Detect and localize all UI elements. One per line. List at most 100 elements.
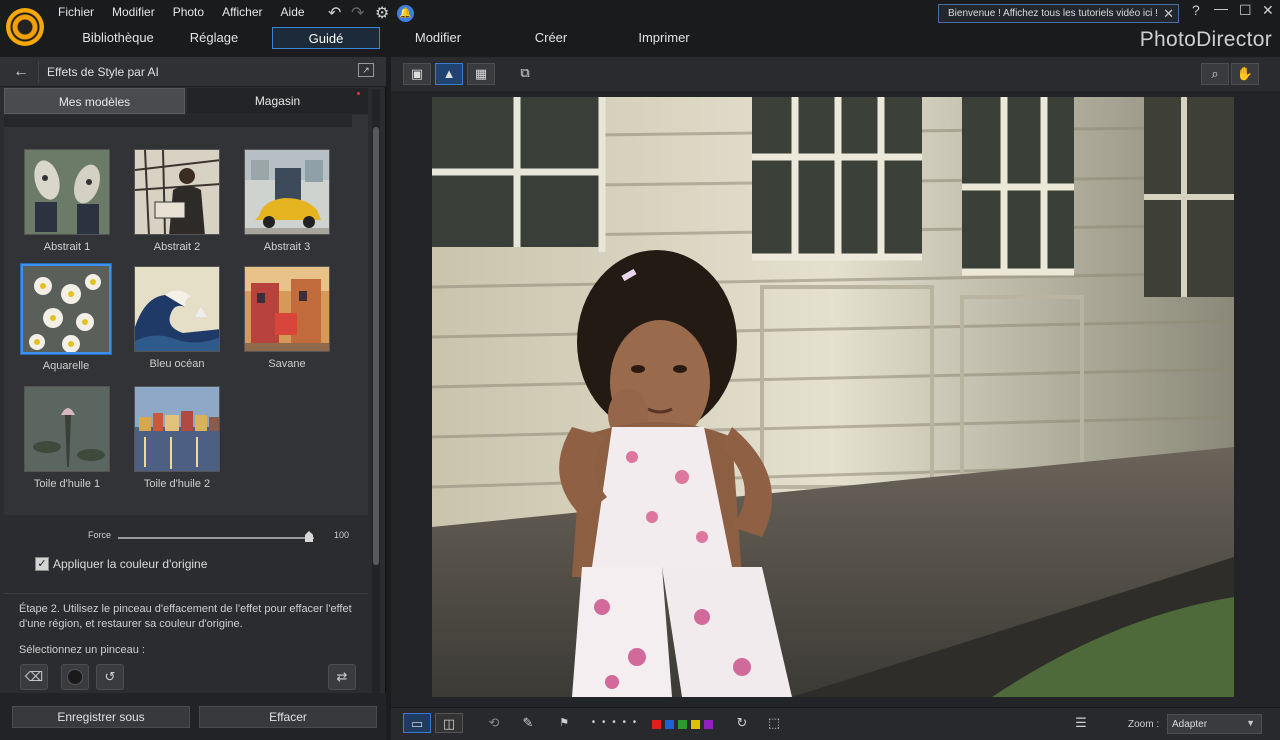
panel-footer: Enregistrer sous Effacer	[0, 693, 386, 740]
view-toolbar: ▣ ▲ ▦ ⧉ ⌕ ✋	[391, 57, 1280, 91]
grid-view-icon[interactable]: ▦	[467, 63, 495, 85]
tab-my-templates[interactable]: Mes modèles	[4, 88, 185, 114]
flag-icon[interactable]: ⚑	[553, 713, 575, 733]
new-badge-dot	[357, 92, 360, 95]
single-view-icon[interactable]: ▭	[403, 713, 431, 733]
thumbnail-street	[244, 266, 330, 352]
brand-name: PhotoDirector	[1139, 28, 1272, 51]
panel-header: ← Effets de Style par AI ↗	[0, 57, 386, 87]
style-bleu-ocean[interactable]: Bleu océan	[129, 266, 225, 370]
restore-brush-icon[interactable]: ↺	[96, 664, 124, 690]
thumbnail-man-reading	[134, 149, 220, 235]
tab-print[interactable]: Imprimer	[626, 27, 702, 49]
thumbnail-lotus	[24, 386, 110, 472]
window-close-icon[interactable]: ✕	[1262, 2, 1274, 19]
style-abstrait-3[interactable]: Abstrait 3	[239, 149, 335, 253]
thumbnail-yellow-car	[244, 149, 330, 235]
style-label: Abstrait 3	[263, 241, 311, 253]
zoom-label: Zoom :	[1128, 719, 1160, 730]
rotate-left-icon[interactable]: ⟲	[483, 713, 505, 733]
hand-tool-icon[interactable]: ✋	[1231, 63, 1259, 85]
style-abstrait-1[interactable]: Abstrait 1	[19, 149, 115, 253]
redo-icon[interactable]: ↷	[351, 3, 364, 23]
crop-icon[interactable]: ⬚	[763, 713, 785, 733]
notification-icon[interactable]: 🔔	[397, 5, 414, 22]
step-instructions: Étape 2. Utilisez le pinceau d'effacemen…	[19, 603, 352, 630]
close-icon[interactable]: ✕	[1163, 6, 1174, 22]
keep-original-color-checkbox[interactable]: ✓	[35, 557, 49, 571]
photo-canvas[interactable]	[432, 97, 1234, 697]
style-label: Bleu océan	[149, 358, 205, 370]
menu-edit[interactable]: Modifier	[112, 5, 155, 19]
color-label-blue[interactable]	[665, 720, 674, 729]
style-abstrait-2[interactable]: Abstrait 2	[129, 149, 225, 253]
gear-icon[interactable]: ⚙	[375, 3, 389, 23]
style-toile-huile-1[interactable]: Toile d'huile 1	[19, 386, 115, 490]
color-label-purple[interactable]	[704, 720, 713, 729]
tab-edit[interactable]: Modifier	[388, 27, 488, 49]
menu-view[interactable]: Afficher	[222, 5, 262, 19]
panel-scrollbar[interactable]	[372, 89, 380, 693]
welcome-text: Bienvenue ! Affichez tous les tutoriels …	[948, 8, 1158, 19]
single-image-view-icon[interactable]: ▲	[435, 63, 463, 85]
swap-brush-icon[interactable]: ⇄	[328, 664, 356, 690]
compare-view-icon[interactable]: ⧉	[511, 63, 539, 85]
tab-create[interactable]: Créer	[510, 27, 592, 49]
zoom-select[interactable]: Adapter ▼	[1167, 714, 1262, 734]
expand-icon[interactable]: ↗	[358, 63, 374, 77]
thumbnail-harbor	[134, 386, 220, 472]
welcome-banner[interactable]: Bienvenue ! Affichez tous les tutoriels …	[938, 4, 1179, 23]
brush-size-icon[interactable]	[61, 664, 89, 690]
sort-menu-icon[interactable]: ☰	[1069, 713, 1093, 733]
minimize-icon[interactable]: —	[1214, 0, 1228, 16]
chevron-down-icon: ▼	[1246, 718, 1255, 728]
scrollbar-thumb[interactable]	[373, 127, 379, 565]
force-value: 100	[334, 530, 350, 540]
force-slider-handle[interactable]	[305, 531, 313, 542]
tab-adjust[interactable]: Réglage	[156, 27, 272, 49]
edited-photo	[432, 97, 1234, 697]
style-effects-panel: ← Effets de Style par AI ↗ Mes modèles M…	[0, 57, 386, 740]
thumbnail-sneakers	[24, 149, 110, 235]
brush-select-label: Sélectionnez un pinceau :	[19, 644, 145, 656]
back-arrow-icon[interactable]: ←	[6, 63, 36, 81]
force-slider-track[interactable]	[118, 537, 314, 539]
rating-stars[interactable]: • • • • •	[589, 713, 641, 733]
template-tabs: Mes modèles Magasin	[4, 88, 368, 114]
style-label: Aquarelle	[42, 360, 90, 372]
save-as-button[interactable]: Enregistrer sous	[12, 706, 190, 728]
divider	[4, 593, 368, 594]
help-icon[interactable]: ?	[1192, 2, 1200, 18]
style-toile-huile-2[interactable]: Toile d'huile 2	[129, 386, 225, 490]
keep-original-color-label: Appliquer la couleur d'origine	[53, 557, 208, 571]
color-label-red[interactable]	[652, 720, 661, 729]
maximize-icon[interactable]: ☐	[1239, 2, 1252, 19]
styles-grid: Abstrait 1 Abstrait 2 Abstrait 3 Aquarel…	[4, 115, 368, 515]
thumbnail-flowers	[21, 264, 111, 354]
menu-file[interactable]: Fichier	[58, 5, 94, 19]
title-bar: Fichier Modifier Photo Afficher Aide ↶ ↷…	[0, 0, 1280, 56]
grid-header-strip	[4, 115, 352, 127]
force-slider-row: Force 100	[0, 527, 370, 547]
menu-help[interactable]: Aide	[281, 5, 305, 19]
tab-guided[interactable]: Guidé	[272, 27, 380, 49]
rotate-right-icon[interactable]: ↻	[731, 713, 753, 733]
pen-tool-icon[interactable]: ✎	[515, 713, 541, 733]
undo-icon[interactable]: ↶	[328, 3, 341, 23]
style-label: Toile d'huile 1	[33, 478, 101, 490]
magnifier-icon[interactable]: ⌕	[1201, 63, 1229, 85]
color-label-green[interactable]	[678, 720, 687, 729]
menu-photo[interactable]: Photo	[173, 5, 204, 19]
style-savane[interactable]: Savane	[239, 266, 335, 370]
style-label: Abstrait 1	[43, 241, 91, 253]
photo-workspace: ▣ ▲ ▦ ⧉ ⌕ ✋ ▭ ◫ ⟲ ✎ ⚑ • • • • • ↻ ⬚ ☰ Zo…	[391, 57, 1280, 740]
eraser-brush-icon[interactable]: ⌫	[20, 664, 48, 690]
style-aquarelle[interactable]: Aquarelle	[18, 264, 114, 372]
compare-view-icon[interactable]: ◫	[435, 713, 463, 733]
menu-bar: Fichier Modifier Photo Afficher Aide	[58, 5, 323, 19]
tab-store[interactable]: Magasin	[187, 88, 368, 114]
divider	[38, 61, 39, 83]
clear-button[interactable]: Effacer	[199, 706, 377, 728]
photo-view-icon[interactable]: ▣	[403, 63, 431, 85]
color-label-yellow[interactable]	[691, 720, 700, 729]
